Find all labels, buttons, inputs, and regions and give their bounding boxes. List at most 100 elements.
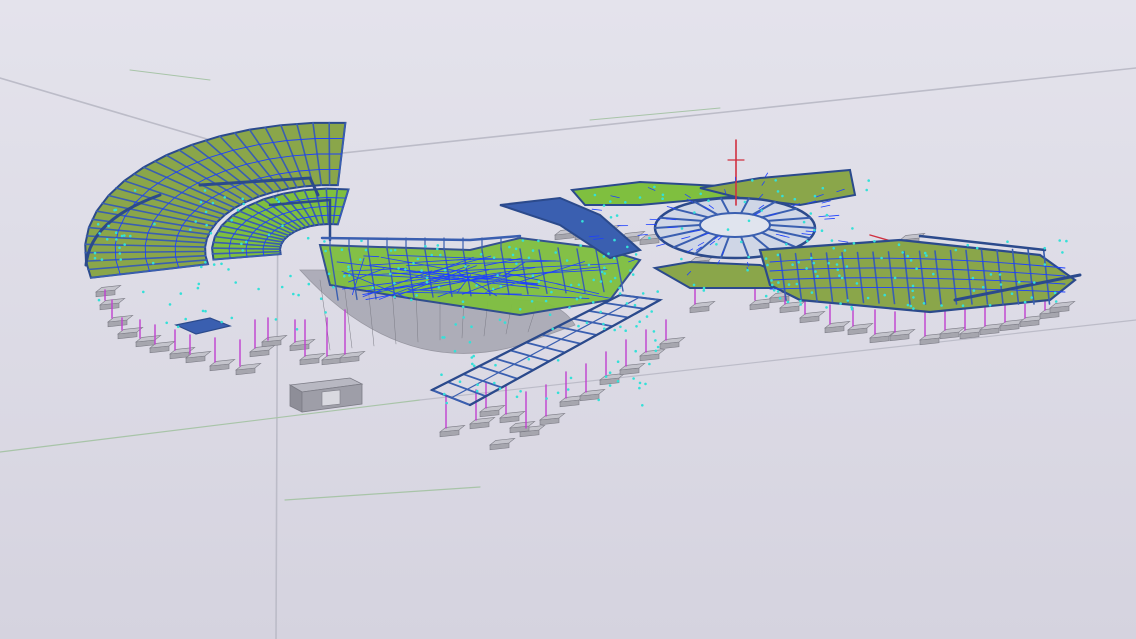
bolt-marker	[537, 280, 541, 283]
bolt-marker	[770, 279, 773, 282]
bolt-marker	[922, 302, 926, 305]
bolt-marker	[397, 267, 400, 270]
bolt-marker	[585, 321, 589, 325]
bolt-marker	[641, 404, 644, 407]
bolt-marker	[443, 268, 447, 272]
bolt-marker	[865, 188, 868, 192]
bolt-marker	[599, 280, 603, 283]
bolt-marker	[118, 246, 121, 250]
bolt-marker	[776, 253, 780, 257]
bolt-marker	[998, 273, 1002, 276]
bolt-marker	[966, 243, 969, 247]
bolt-marker	[443, 336, 446, 339]
bolt-marker	[699, 192, 702, 196]
bolt-marker	[204, 210, 208, 214]
bolt-marker	[531, 274, 535, 278]
bolt-marker	[786, 300, 790, 304]
bolt-marker	[638, 386, 641, 390]
bolt-marker	[989, 273, 993, 276]
bolt-marker	[511, 253, 515, 257]
bolt-marker	[616, 360, 620, 364]
bolt-marker	[93, 256, 97, 260]
bolt-marker	[508, 245, 511, 249]
bolt-marker	[656, 290, 659, 293]
bolt-marker	[521, 239, 525, 242]
bolt-marker	[204, 261, 207, 264]
bolt-marker	[461, 300, 465, 304]
bolt-marker	[347, 268, 351, 272]
bolt-marker	[234, 281, 237, 284]
bolt-marker	[245, 240, 248, 244]
bolt-marker	[603, 327, 606, 331]
bolt-marker	[359, 258, 362, 261]
bolt-marker	[702, 289, 706, 292]
bolt-marker	[307, 282, 311, 286]
bolt-marker	[503, 321, 507, 324]
bolt-marker	[123, 234, 126, 237]
bolt-marker	[776, 290, 780, 293]
block-opening	[321, 389, 341, 407]
bolt-marker	[275, 198, 279, 201]
bolt-marker	[472, 364, 476, 368]
bolt-marker	[604, 375, 608, 378]
rotunda-oculus	[699, 212, 771, 238]
bolt-marker	[613, 328, 616, 332]
bolt-marker	[240, 242, 243, 246]
bolt-marker	[825, 306, 828, 309]
bolt-marker	[575, 297, 579, 301]
bolt-marker	[615, 214, 619, 217]
bolt-marker	[565, 259, 569, 262]
bolt-marker	[609, 200, 612, 203]
bolt-marker	[100, 258, 104, 261]
bolt-marker	[909, 259, 913, 262]
bolt-marker	[972, 289, 976, 292]
bolt-marker	[577, 283, 581, 287]
bolt-marker	[810, 256, 813, 260]
bolt-marker	[909, 304, 913, 308]
bolt-marker	[479, 253, 483, 256]
bolt-marker	[105, 238, 109, 241]
bolt-marker	[835, 263, 839, 266]
bolt-marker	[274, 318, 278, 321]
bolt-marker	[618, 286, 621, 290]
bolt-marker	[153, 222, 156, 226]
bolt-marker	[813, 194, 817, 198]
bolt-marker	[1053, 291, 1057, 295]
bolt-marker	[631, 273, 635, 276]
bolt-marker	[618, 292, 622, 295]
bolt-marker	[277, 200, 281, 203]
bolt-marker	[96, 223, 100, 226]
bolt-marker	[115, 238, 118, 241]
bolt-marker	[778, 297, 782, 300]
bolt-marker	[625, 302, 629, 305]
bolt-marker	[855, 282, 859, 285]
model-viewport[interactable]	[0, 0, 1136, 639]
bolt-marker	[211, 201, 215, 205]
bolt-marker	[607, 252, 610, 255]
east-wing[interactable]	[758, 234, 1082, 314]
bolt-marker	[194, 220, 197, 223]
bolt-marker	[760, 209, 763, 212]
bolt-marker	[453, 349, 457, 353]
bolt-marker	[475, 389, 479, 393]
bolt-marker	[766, 263, 769, 267]
bolt-marker	[514, 247, 518, 251]
bolt-marker	[1010, 292, 1014, 296]
bolt-marker	[603, 266, 606, 270]
bolt-marker	[118, 252, 122, 255]
bolt-marker	[838, 274, 841, 278]
3d-model-canvas[interactable]	[0, 0, 1136, 639]
bolt-marker	[292, 292, 295, 296]
bolt-marker	[371, 286, 375, 290]
bolt-marker	[579, 295, 582, 299]
bolt-marker	[430, 253, 434, 257]
bolt-marker	[348, 274, 351, 277]
bolt-marker	[476, 383, 479, 387]
bolt-marker	[591, 301, 595, 304]
bolt-marker	[340, 248, 344, 251]
bolt-marker	[1058, 239, 1061, 242]
bolt-marker	[1043, 246, 1046, 250]
bolt-marker	[556, 359, 560, 362]
bolt-marker	[168, 303, 172, 306]
bolt-marker	[498, 387, 502, 390]
